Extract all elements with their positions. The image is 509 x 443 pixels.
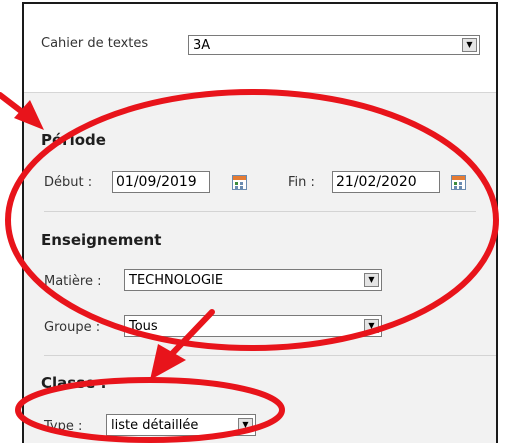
type-label: Type : xyxy=(44,419,83,434)
periode-heading: Période xyxy=(41,131,106,149)
cahier-section: Cahier de textes 3A ▼ xyxy=(24,4,496,92)
debut-date-input[interactable]: 01/09/2019 xyxy=(112,171,210,193)
matiere-select[interactable]: TECHNOLOGIE ▼ xyxy=(124,269,382,291)
fin-label: Fin : xyxy=(288,175,315,190)
chevron-down-icon[interactable]: ▼ xyxy=(462,38,477,52)
filter-panel: Période Début : 01/09/2019 Fin : 21/02/2… xyxy=(24,92,496,443)
fin-date-input[interactable]: 21/02/2020 xyxy=(332,171,440,193)
groupe-select-value: Tous xyxy=(129,318,158,334)
classe-heading: Classe : xyxy=(41,374,107,392)
calendar-icon[interactable] xyxy=(232,175,247,190)
groupe-label: Groupe : xyxy=(44,320,101,335)
enseignement-heading: Enseignement xyxy=(41,231,162,249)
divider xyxy=(44,211,476,212)
type-select[interactable]: liste détaillée ▼ xyxy=(106,414,256,436)
cahier-panel: Cahier de textes 3A ▼ Période Début : 01… xyxy=(22,2,498,443)
cahier-select-value: 3A xyxy=(193,37,211,53)
debut-label: Début : xyxy=(44,175,93,190)
matiere-select-value: TECHNOLOGIE xyxy=(129,272,224,288)
type-select-value: liste détaillée xyxy=(111,417,199,433)
chevron-down-icon[interactable]: ▼ xyxy=(364,319,379,333)
divider xyxy=(44,355,496,356)
groupe-select[interactable]: Tous ▼ xyxy=(124,315,382,337)
calendar-icon[interactable] xyxy=(451,175,466,190)
cahier-label: Cahier de textes xyxy=(41,36,149,51)
matiere-label: Matière : xyxy=(44,274,102,289)
chevron-down-icon[interactable]: ▼ xyxy=(364,273,379,287)
cahier-select[interactable]: 3A ▼ xyxy=(188,35,480,55)
chevron-down-icon[interactable]: ▼ xyxy=(238,418,253,432)
